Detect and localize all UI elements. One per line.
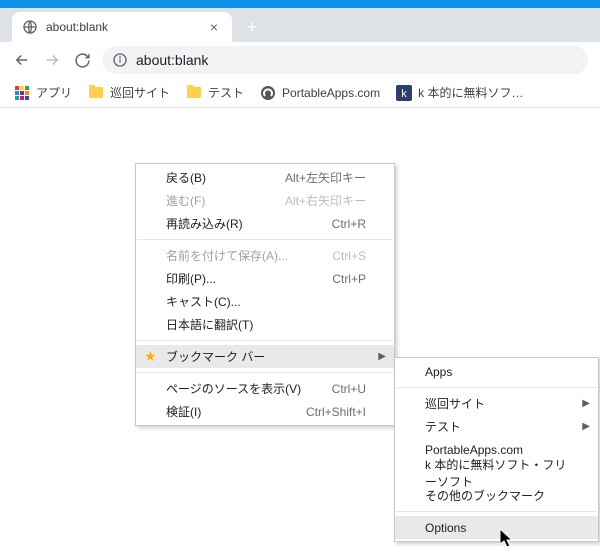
tab-title: about:blank [46, 20, 206, 34]
submenu-test[interactable]: テスト ▶ [395, 415, 598, 438]
menu-reload[interactable]: 再読み込み(R) Ctrl+R [136, 212, 394, 235]
page-content[interactable]: 戻る(B) Alt+左矢印キー 進む(F) Alt+右矢印キー 再読み込み(R)… [0, 108, 600, 560]
apps-icon [14, 85, 30, 101]
chevron-right-icon: ▶ [582, 421, 590, 432]
bookmark-label: 巡回サイト [110, 84, 170, 101]
submenu-apps[interactable]: Apps [395, 360, 598, 383]
bookmarks-bar: アプリ 巡回サイト テスト PortableApps.com k k 本的に無料… [0, 78, 600, 108]
svg-text:k: k [401, 88, 407, 100]
k-icon: k [396, 85, 412, 101]
menu-print[interactable]: 印刷(P)... Ctrl+P [136, 267, 394, 290]
menu-save-as: 名前を付けて保存(A)... Ctrl+S [136, 244, 394, 267]
folder-icon [88, 85, 104, 101]
close-icon[interactable]: × [206, 19, 222, 35]
chevron-right-icon: ▶ [378, 351, 386, 362]
bookmark-portableapps[interactable]: PortableApps.com [254, 82, 386, 104]
bookmark-bar-submenu: Apps 巡回サイト ▶ テスト ▶ PortableApps.com k 本的… [394, 357, 599, 542]
reload-button[interactable] [68, 46, 96, 74]
bookmark-label: k 本的に無料ソフ… [418, 84, 523, 101]
bookmark-junkai[interactable]: 巡回サイト [82, 81, 176, 104]
tab-aboutblank[interactable]: about:blank × [12, 12, 232, 42]
menu-forward: 進む(F) Alt+右矢印キー [136, 189, 394, 212]
menu-bookmark-bar[interactable]: ★ ブックマーク バー ▶ [136, 345, 394, 368]
submenu-khonteki[interactable]: k 本的に無料ソフト・フリーソフト [395, 461, 598, 484]
window-titlebar [0, 0, 600, 8]
bookmark-label: アプリ [36, 84, 72, 101]
menu-separator [137, 372, 393, 373]
menu-cast[interactable]: キャスト(C)... [136, 290, 394, 313]
new-tab-button[interactable]: + [238, 13, 266, 41]
folder-icon [186, 85, 202, 101]
address-bar[interactable]: about:blank [102, 46, 588, 74]
globe-icon [22, 19, 38, 35]
toolbar: about:blank [0, 42, 600, 78]
submenu-other-bookmarks[interactable]: その他のブックマーク [395, 484, 598, 507]
forward-button[interactable] [38, 46, 66, 74]
url-text: about:blank [136, 52, 208, 68]
menu-back[interactable]: 戻る(B) Alt+左矢印キー [136, 166, 394, 189]
menu-view-source[interactable]: ページのソースを表示(V) Ctrl+U [136, 377, 394, 400]
bookmark-test[interactable]: テスト [180, 81, 250, 104]
back-button[interactable] [8, 46, 36, 74]
star-icon: ★ [144, 348, 157, 365]
chevron-right-icon: ▶ [582, 398, 590, 409]
submenu-junkai[interactable]: 巡回サイト ▶ [395, 392, 598, 415]
menu-separator [137, 239, 393, 240]
bookmark-label: テスト [208, 84, 244, 101]
bookmark-apps[interactable]: アプリ [8, 81, 78, 104]
bookmark-label: PortableApps.com [282, 86, 380, 100]
menu-separator [137, 340, 393, 341]
submenu-options[interactable]: Options [395, 516, 598, 539]
browser-window: about:blank × + about:blank アプリ 巡回サイト [0, 0, 600, 560]
menu-inspect[interactable]: 検証(I) Ctrl+Shift+I [136, 400, 394, 423]
menu-translate[interactable]: 日本語に翻訳(T) [136, 313, 394, 336]
context-menu: 戻る(B) Alt+左矢印キー 進む(F) Alt+右矢印キー 再読み込み(R)… [135, 163, 395, 426]
tab-strip: about:blank × + [0, 8, 600, 42]
info-icon[interactable] [112, 52, 128, 68]
bookmark-khonteki[interactable]: k k 本的に無料ソフ… [390, 81, 529, 104]
menu-separator [396, 511, 597, 512]
menu-separator [396, 387, 597, 388]
portableapps-icon [260, 85, 276, 101]
